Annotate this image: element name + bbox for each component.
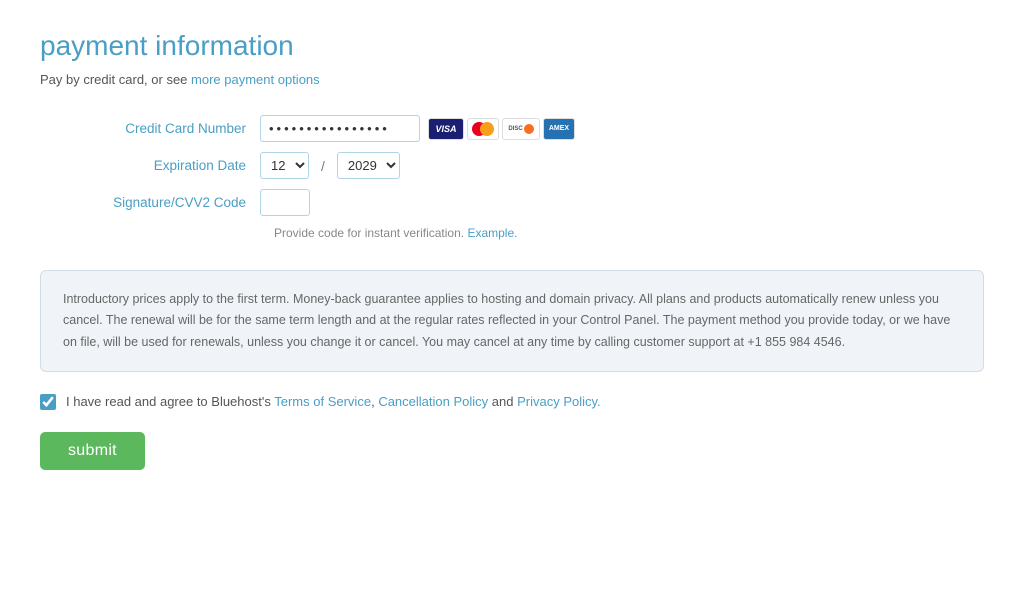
cc-label: Credit Card Number [80,121,260,136]
expiry-year-select[interactable]: 2024 2025 2026 2027 2028 2029 2030 2031 … [337,152,400,179]
privacy-link[interactable]: Privacy Policy. [517,394,601,409]
expiry-row: Expiration Date 01 02 03 04 05 06 07 08 … [80,152,984,179]
discover-icon: DISC [502,118,540,140]
subtitle: Pay by credit card, or see more payment … [40,72,984,87]
tos-link[interactable]: Terms of Service [274,394,371,409]
cc-control: VISA DISC AMEX [260,115,575,142]
cvv-label: Signature/CVV2 Code [80,195,260,210]
cvv-input[interactable] [260,189,310,216]
cvv-row: Signature/CVV2 Code [80,189,984,216]
notice-box: Introductory prices apply to the first t… [40,270,984,372]
cc-row: Credit Card Number VISA DISC [80,115,984,142]
cvv-help-text: Provide code for instant verification. E… [274,226,984,240]
expiry-separator: / [321,158,325,174]
notice-text: Introductory prices apply to the first t… [63,292,950,349]
more-payment-options-link[interactable]: more payment options [191,72,320,87]
expiry-month-select[interactable]: 01 02 03 04 05 06 07 08 09 10 11 12 [260,152,309,179]
cvv-control [260,189,310,216]
tos-row: I have read and agree to Bluehost's Term… [40,394,984,410]
page-title: payment information [40,30,984,62]
card-type-icons: VISA DISC AMEX [428,118,575,140]
amex-icon: AMEX [543,118,575,140]
cancellation-link[interactable]: Cancellation Policy [378,394,488,409]
expiry-label: Expiration Date [80,158,260,173]
tos-checkbox[interactable] [40,394,56,410]
mastercard-icon [467,118,499,140]
expiry-control: 01 02 03 04 05 06 07 08 09 10 11 12 / 20… [260,152,400,179]
payment-form: Credit Card Number VISA DISC [80,115,984,240]
cvv-example-link[interactable]: Example. [467,226,517,240]
visa-icon: VISA [428,118,464,140]
cc-input[interactable] [260,115,420,142]
tos-label: I have read and agree to Bluehost's Term… [66,394,601,409]
submit-button[interactable]: submit [40,432,145,470]
